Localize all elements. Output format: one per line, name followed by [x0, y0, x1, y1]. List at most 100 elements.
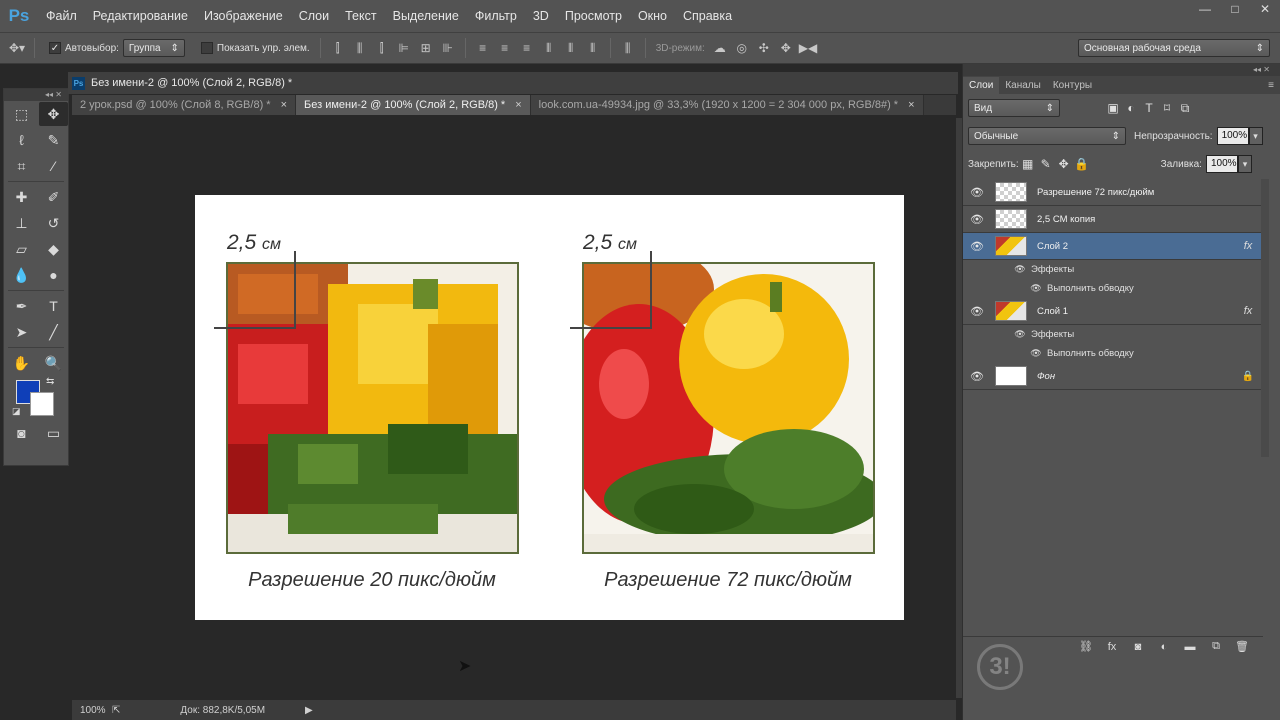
eraser-tool-icon[interactable]: ▱ — [7, 237, 36, 261]
effects-row[interactable]: 👁 Эффекты — [963, 325, 1261, 344]
filter-pixel-icon[interactable]: ▣ — [1104, 101, 1122, 116]
distribute-left-icon[interactable]: ⦀ — [540, 39, 558, 57]
filter-adjustment-icon[interactable]: ◐ — [1122, 101, 1140, 116]
lasso-tool-icon[interactable]: ℓ — [7, 128, 36, 152]
close-icon[interactable]: × — [281, 99, 287, 111]
paint-bucket-tool-icon[interactable]: ◆ — [39, 237, 68, 261]
new-group-icon[interactable]: ▬ — [1177, 641, 1203, 653]
new-layer-icon[interactable]: ⧉ — [1203, 640, 1229, 653]
lock-pixels-icon[interactable]: ✎ — [1037, 157, 1055, 171]
autoselect-checkbox[interactable]: ✓ — [49, 42, 61, 54]
filter-shape-icon[interactable]: ⌑ — [1158, 101, 1176, 116]
marquee-tool-icon[interactable]: ⬚ — [7, 102, 36, 126]
filter-smart-object-icon[interactable]: ⧉ — [1176, 101, 1194, 116]
align-hcenter-icon[interactable]: ⊞ — [417, 39, 435, 57]
eyedropper-tool-icon[interactable]: ⁄ — [39, 154, 68, 178]
visibility-eye-icon[interactable]: 👁 — [963, 186, 991, 199]
maximize-button[interactable]: □ — [1220, 0, 1250, 20]
clone-stamp-tool-icon[interactable]: ⊥ — [7, 211, 36, 235]
distribute-top-icon[interactable]: ≡ — [474, 39, 492, 57]
layer-row[interactable]: 👁 Слой 1 fx — [963, 298, 1261, 325]
tab-channels[interactable]: Каналы — [999, 77, 1047, 94]
close-icon[interactable]: × — [908, 99, 914, 111]
panel-collapse-bar[interactable]: ◂◂ ✕ — [963, 64, 1280, 76]
menu-window[interactable]: Окно — [630, 0, 675, 32]
visibility-eye-icon[interactable]: 👁 — [1013, 329, 1027, 340]
menu-3d[interactable]: 3D — [525, 0, 557, 32]
tab-paths[interactable]: Контуры — [1047, 77, 1098, 94]
blur-tool-icon[interactable]: 💧 — [7, 263, 36, 287]
path-select-tool-icon[interactable]: ➤ — [7, 320, 36, 344]
align-vcenter-icon[interactable]: ⫼ — [351, 39, 369, 57]
move-tool-preset-icon[interactable]: ✥▾ — [8, 39, 26, 57]
delete-layer-icon[interactable]: 🗑 — [1229, 640, 1255, 653]
3d-scale-icon[interactable]: ▶◀ — [799, 39, 817, 57]
layer-row[interactable]: 👁 Разрешение 72 пикс/дюйм — [963, 179, 1261, 206]
layers-scrollbar[interactable] — [1261, 179, 1269, 457]
crop-tool-icon[interactable]: ⌗ — [7, 154, 36, 178]
menu-view[interactable]: Просмотр — [557, 0, 630, 32]
move-tool-icon[interactable]: ✥ — [39, 102, 68, 126]
visibility-eye-icon[interactable]: 👁 — [963, 213, 991, 226]
fx-icon[interactable]: fx — [1235, 240, 1261, 252]
menu-select[interactable]: Выделение — [385, 0, 467, 32]
menu-image[interactable]: Изображение — [196, 0, 291, 32]
show-transform-checkbox[interactable] — [200, 42, 213, 54]
layer-name[interactable]: Слой 2 — [1037, 241, 1235, 252]
brush-tool-icon[interactable]: ✐ — [39, 185, 68, 209]
menu-layers[interactable]: Слои — [291, 0, 337, 32]
close-window-button[interactable]: ✕ — [1250, 0, 1280, 20]
lock-transparency-icon[interactable]: ▦ — [1019, 157, 1037, 171]
visibility-eye-icon[interactable]: 👁 — [1029, 283, 1043, 294]
distribute-hcenter-icon[interactable]: ⦀ — [562, 39, 580, 57]
pen-tool-icon[interactable]: ✒ — [7, 294, 36, 318]
add-mask-icon[interactable]: ◙ — [1125, 641, 1151, 653]
distribute-bottom-icon[interactable]: ≡ — [518, 39, 536, 57]
layer-row[interactable]: 👁 2,5 СМ копия — [963, 206, 1261, 233]
lock-position-icon[interactable]: ✥ — [1055, 157, 1073, 171]
3d-orbit-icon[interactable]: ☁ — [711, 39, 729, 57]
document-window-title[interactable]: Ps Без имени-2 @ 100% (Слой 2, RGB/8) * — [68, 72, 958, 94]
layer-row-selected[interactable]: 👁 Слой 2 fx — [963, 233, 1261, 260]
layer-name[interactable]: Разрешение 72 пикс/дюйм — [1037, 187, 1261, 198]
visibility-eye-icon[interactable]: 👁 — [963, 370, 991, 383]
fx-icon[interactable]: fx — [1235, 305, 1261, 317]
filter-type-icon[interactable]: T — [1140, 101, 1158, 116]
tab-document-2[interactable]: Без имени-2 @ 100% (Слой 2, RGB/8) * × — [296, 95, 531, 115]
swap-colors-icon[interactable]: ⇆ — [46, 376, 54, 387]
canvas-area[interactable]: 2,5 см 2,5 см Разрешение 20 пикс/дюйм Ра… — [72, 116, 956, 700]
visibility-eye-icon[interactable]: 👁 — [963, 240, 991, 253]
line-tool-icon[interactable]: ╱ — [39, 320, 68, 344]
distribute-right-icon[interactable]: ⦀ — [584, 39, 602, 57]
autoselect-target-dropdown[interactable]: Группа ⇕ — [122, 39, 185, 57]
menu-help[interactable]: Справка — [675, 0, 740, 32]
add-style-icon[interactable]: fx — [1099, 641, 1125, 653]
status-menu-arrow-icon[interactable]: ▶ — [305, 705, 313, 716]
link-layers-icon[interactable]: ⛓ — [1073, 640, 1099, 653]
opacity-arrow-icon[interactable]: ▾ — [1248, 127, 1263, 145]
fill-input[interactable]: 100% — [1205, 155, 1238, 173]
type-tool-icon[interactable]: T — [39, 294, 68, 318]
stroke-effect-row[interactable]: 👁 Выполнить обводку — [963, 279, 1261, 298]
tab-document-3[interactable]: look.com.ua-49934.jpg @ 33,3% (1920 x 12… — [530, 95, 924, 115]
screen-mode-icon[interactable]: ▭ — [39, 421, 68, 445]
visibility-eye-icon[interactable]: 👁 — [963, 305, 991, 318]
visibility-eye-icon[interactable]: 👁 — [1029, 348, 1043, 359]
menu-type[interactable]: Текст — [337, 0, 384, 32]
menu-filter[interactable]: Фильтр — [467, 0, 525, 32]
distribute-vcenter-icon[interactable]: ≡ — [496, 39, 514, 57]
minimize-button[interactable]: — — [1190, 0, 1220, 20]
layer-filter-dropdown[interactable]: Вид ⇕ — [968, 99, 1060, 117]
quick-select-tool-icon[interactable]: ✎ — [39, 128, 68, 152]
3d-slide-icon[interactable]: ✥ — [777, 39, 795, 57]
workspace-dropdown[interactable]: Основная рабочая среда ⇕ — [1078, 39, 1270, 57]
zoom-level[interactable]: 100% — [72, 705, 112, 716]
healing-brush-tool-icon[interactable]: ✚ — [7, 185, 36, 209]
effects-row[interactable]: 👁 Эффекты — [963, 260, 1261, 279]
align-top-icon[interactable]: ⫿ — [329, 39, 347, 57]
new-adjustment-icon[interactable]: ◐ — [1151, 641, 1177, 653]
3d-pan-icon[interactable]: ✣ — [755, 39, 773, 57]
3d-roll-icon[interactable]: ◎ — [733, 39, 751, 57]
layer-name[interactable]: Слой 1 — [1037, 306, 1235, 317]
lock-all-icon[interactable]: 🔒 — [1073, 157, 1091, 171]
